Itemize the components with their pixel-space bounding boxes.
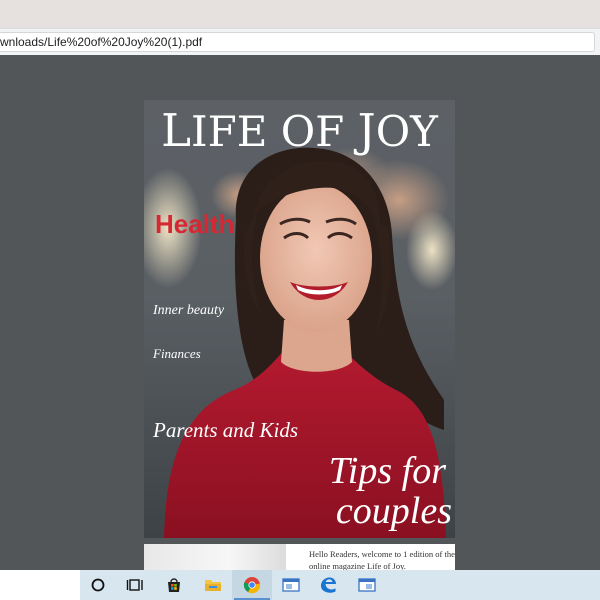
browser-tab-strip <box>0 0 600 28</box>
task-view-icon[interactable] <box>115 570 155 600</box>
edge-icon[interactable] <box>308 570 348 600</box>
cover-line-tips-for: Tips for <box>328 450 446 492</box>
pdf-page-1: LIFE OF JOY Health Inner beauty Finances… <box>144 100 455 538</box>
cover-line-finances: Finances <box>153 346 201 361</box>
pdf-page-2: Hello Readers, welcome to 1 edition of t… <box>144 544 455 570</box>
microsoft-store-icon[interactable] <box>154 570 194 600</box>
address-url: wnloads/Life%20of%20Joy%20(1).pdf <box>0 35 203 49</box>
page2-intro-text: Hello Readers, welcome to 1 edition of t… <box>309 549 455 570</box>
app-window-icon[interactable] <box>271 570 311 600</box>
file-explorer-icon[interactable] <box>193 570 233 600</box>
cover-line-inner-beauty: Inner beauty <box>153 303 225 318</box>
cover-line-couples: couples <box>335 490 452 532</box>
page2-image <box>144 544 286 570</box>
address-bar: wnloads/Life%20of%20Joy%20(1).pdf <box>0 28 600 56</box>
windows-taskbar <box>0 570 600 600</box>
taskbar-search-box[interactable] <box>0 570 80 600</box>
address-field[interactable]: wnloads/Life%20of%20Joy%20(1).pdf <box>0 32 595 52</box>
chrome-icon[interactable] <box>232 570 272 600</box>
app-window-icon-2[interactable] <box>347 570 387 600</box>
headline-health: Health <box>155 209 235 239</box>
magazine-title: LIFE OF JOY <box>161 104 438 157</box>
cortana-circle-icon[interactable] <box>78 570 118 600</box>
cover-line-parents-kids: Parents and Kids <box>153 418 299 442</box>
